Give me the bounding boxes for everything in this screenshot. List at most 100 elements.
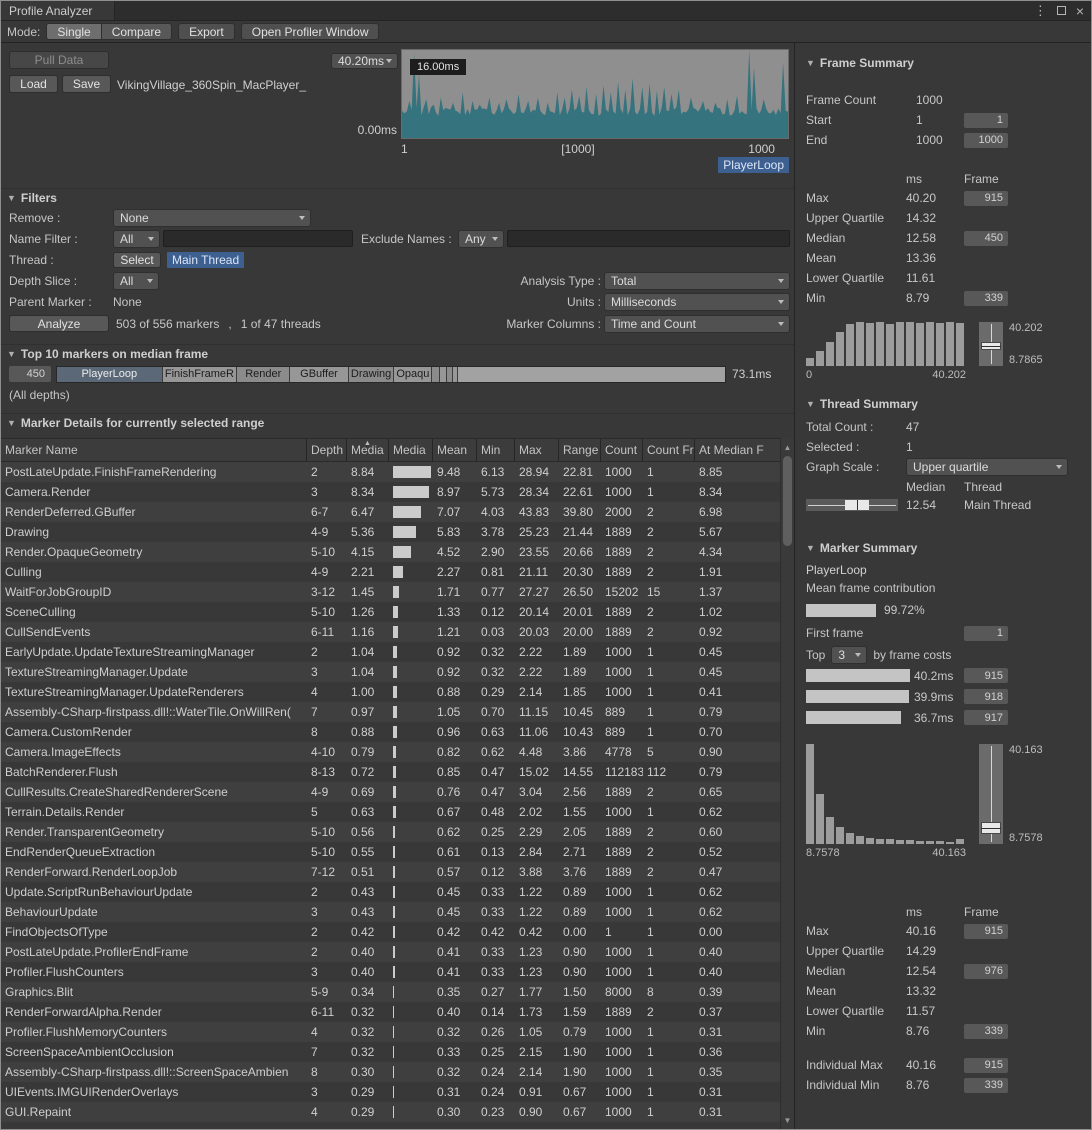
column-header-at_median[interactable]: At Median F — [695, 439, 780, 461]
pull-data-button[interactable]: Pull Data — [9, 51, 109, 69]
top10-section-header[interactable]: ▼ Top 10 markers on median frame — [7, 347, 208, 361]
table-row[interactable]: PostLateUpdate.FinishFrameRendering28.84… — [1, 462, 780, 482]
top10-segment[interactable]: Drawing — [349, 367, 394, 382]
graph-scale-dropdown[interactable]: Upper quartile — [906, 458, 1068, 476]
filters-section-header[interactable]: ▼ Filters — [7, 191, 57, 205]
export-button[interactable]: Export — [178, 23, 235, 40]
table-row[interactable]: Camera.CustomRender80.880.960.6311.0610.… — [1, 722, 780, 742]
table-row[interactable]: EndRenderQueueExtraction5-100.550.610.13… — [1, 842, 780, 862]
table-row[interactable]: Render.OpaqueGeometry5-104.154.522.9023.… — [1, 542, 780, 562]
remove-dropdown[interactable]: None — [113, 209, 311, 227]
frame-badge[interactable]: 339 — [964, 291, 1008, 306]
thread-summary-header[interactable]: ▼ Thread Summary — [806, 397, 1087, 411]
frame-badge[interactable]: 917 — [964, 710, 1008, 725]
top10-segment[interactable]: FinishFrameR — [163, 367, 238, 382]
table-row[interactable]: RenderForwardAlpha.Render6-110.320.400.1… — [1, 1002, 780, 1022]
window-menu-icon[interactable]: ⋮ — [1034, 3, 1047, 19]
frame-badge[interactable]: 915 — [964, 191, 1008, 206]
table-scrollbar[interactable]: ▲ ▼ — [780, 438, 794, 1129]
column-header-min[interactable]: Min — [477, 439, 515, 461]
frame-summary-header[interactable]: ▼ Frame Summary — [806, 56, 1087, 70]
table-row[interactable]: FindObjectsOfType20.420.420.420.420.0011… — [1, 922, 780, 942]
frame-badge[interactable]: 915 — [964, 668, 1008, 683]
table-row[interactable]: Assembly-CSharp-firstpass.dll!::WaterTil… — [1, 702, 780, 722]
frame-timeline-chart[interactable]: 16.00ms — [401, 49, 789, 139]
table-row[interactable]: Camera.ImageEffects4-100.790.820.624.483… — [1, 742, 780, 762]
table-row[interactable]: UIEvents.IMGUIRenderOverlays30.290.310.2… — [1, 1082, 780, 1102]
top10-segment[interactable]: PlayerLoop — [57, 367, 163, 382]
top10-segment[interactable]: Render — [237, 367, 290, 382]
column-header-max[interactable]: Max — [515, 439, 559, 461]
table-row[interactable]: CullSendEvents6-111.161.210.0320.0320.00… — [1, 622, 780, 642]
top10-segment[interactable] — [440, 367, 447, 382]
table-row[interactable]: ScreenSpaceAmbientOcclusion70.320.330.25… — [1, 1042, 780, 1062]
table-row[interactable]: TextureStreamingManager.Update31.040.920… — [1, 662, 780, 682]
table-row[interactable]: Update.ScriptRunBehaviourUpdate20.430.45… — [1, 882, 780, 902]
column-header-count_frame[interactable]: Count Fra — [643, 439, 695, 461]
table-row[interactable]: SceneCulling5-101.261.330.1220.1420.0118… — [1, 602, 780, 622]
mode-compare-button[interactable]: Compare — [102, 23, 172, 40]
table-row[interactable]: CullResults.CreateSharedRendererScene4-9… — [1, 782, 780, 802]
top10-segment[interactable] — [453, 367, 458, 382]
marker-details-header[interactable]: ▼ Marker Details for currently selected … — [7, 416, 264, 430]
name-filter-mode-dropdown[interactable]: All — [113, 230, 160, 248]
maximize-icon[interactable] — [1057, 6, 1066, 15]
table-row[interactable]: Render.TransparentGeometry5-100.560.620.… — [1, 822, 780, 842]
frame-badge[interactable]: 339 — [964, 1024, 1008, 1039]
table-row[interactable]: EarlyUpdate.UpdateTextureStreamingManage… — [1, 642, 780, 662]
frame-badge[interactable]: 976 — [964, 964, 1008, 979]
column-header-mean[interactable]: Mean — [433, 439, 477, 461]
exclude-names-input[interactable] — [507, 230, 790, 247]
column-header-range[interactable]: Range — [559, 439, 601, 461]
marker-columns-dropdown[interactable]: Time and Count — [604, 315, 790, 333]
column-header-count[interactable]: Count — [601, 439, 643, 461]
first-frame-badge[interactable]: 1 — [964, 626, 1008, 641]
table-row[interactable]: Profiler.FlushCounters30.400.410.331.230… — [1, 962, 780, 982]
table-row[interactable]: BehaviourUpdate30.430.450.331.220.891000… — [1, 902, 780, 922]
frame-badge[interactable]: 450 — [964, 231, 1008, 246]
column-header-name[interactable]: Marker Name — [1, 439, 307, 461]
table-row[interactable]: TextureStreamingManager.UpdateRenderers4… — [1, 682, 780, 702]
scroll-down-icon[interactable]: ▼ — [781, 1113, 794, 1127]
table-row[interactable]: Camera.Render38.348.975.7328.3422.611000… — [1, 482, 780, 502]
table-row[interactable]: WaitForJobGroupID3-121.451.710.7727.2726… — [1, 582, 780, 602]
save-button[interactable]: Save — [62, 75, 111, 93]
table-row[interactable]: Graphics.Blit5-90.340.350.271.771.508000… — [1, 982, 780, 1002]
analyze-button[interactable]: Analyze — [9, 315, 109, 332]
name-filter-input[interactable] — [163, 230, 353, 247]
median-frame-badge[interactable]: 450 — [9, 366, 51, 382]
column-header-depth[interactable]: Depth — [307, 439, 347, 461]
frame-badge[interactable]: 339 — [964, 1078, 1008, 1093]
top10-segment[interactable] — [432, 367, 440, 382]
table-row[interactable]: RenderDeferred.GBuffer6-76.477.074.0343.… — [1, 502, 780, 522]
exclude-mode-dropdown[interactable]: Any — [458, 230, 504, 248]
frame-badge[interactable]: 1000 — [964, 133, 1008, 148]
table-row[interactable]: GUI.Repaint40.290.300.230.900.67100010.3… — [1, 1102, 780, 1122]
table-row[interactable]: RenderForward.RenderLoopJob7-120.510.570… — [1, 862, 780, 882]
top10-segment[interactable]: Opaqu — [394, 367, 432, 382]
table-row[interactable]: BatchRenderer.Flush8-130.720.850.4715.02… — [1, 762, 780, 782]
mode-single-button[interactable]: Single — [46, 23, 101, 40]
column-header-bar[interactable]: Media — [389, 439, 433, 461]
table-row[interactable]: Assembly-CSharp-firstpass.dll!::ScreenSp… — [1, 1062, 780, 1082]
marker-summary-header[interactable]: ▼ Marker Summary — [806, 541, 1087, 555]
top10-segment[interactable]: GBuffer — [290, 367, 349, 382]
load-button[interactable]: Load — [9, 75, 58, 93]
analysis-type-dropdown[interactable]: Total — [604, 272, 790, 290]
scroll-up-icon[interactable]: ▲ — [781, 440, 794, 454]
table-row[interactable]: PostLateUpdate.ProfilerEndFrame20.400.41… — [1, 942, 780, 962]
chart-scale-dropdown[interactable]: 40.20ms — [331, 53, 398, 69]
table-row[interactable]: Drawing4-95.365.833.7825.2321.44188925.6… — [1, 522, 780, 542]
top-count-dropdown[interactable]: 3 — [831, 646, 867, 664]
frame-badge[interactable]: 915 — [964, 924, 1008, 939]
thread-select-button[interactable]: Select — [113, 252, 161, 268]
column-header-median[interactable]: Media▲ — [347, 439, 389, 461]
open-profiler-window-button[interactable]: Open Profiler Window — [241, 23, 380, 40]
frame-badge[interactable]: 915 — [964, 1058, 1008, 1073]
table-row[interactable]: Profiler.FlushMemoryCounters40.320.320.2… — [1, 1022, 780, 1042]
units-dropdown[interactable]: Milliseconds — [604, 293, 790, 311]
thread-row[interactable]: 12.54 Main Thread — [806, 495, 1087, 515]
depth-slice-dropdown[interactable]: All — [113, 272, 159, 290]
table-row[interactable]: Terrain.Details.Render50.630.670.482.021… — [1, 802, 780, 822]
table-row[interactable]: Culling4-92.212.270.8121.1120.30188921.9… — [1, 562, 780, 582]
